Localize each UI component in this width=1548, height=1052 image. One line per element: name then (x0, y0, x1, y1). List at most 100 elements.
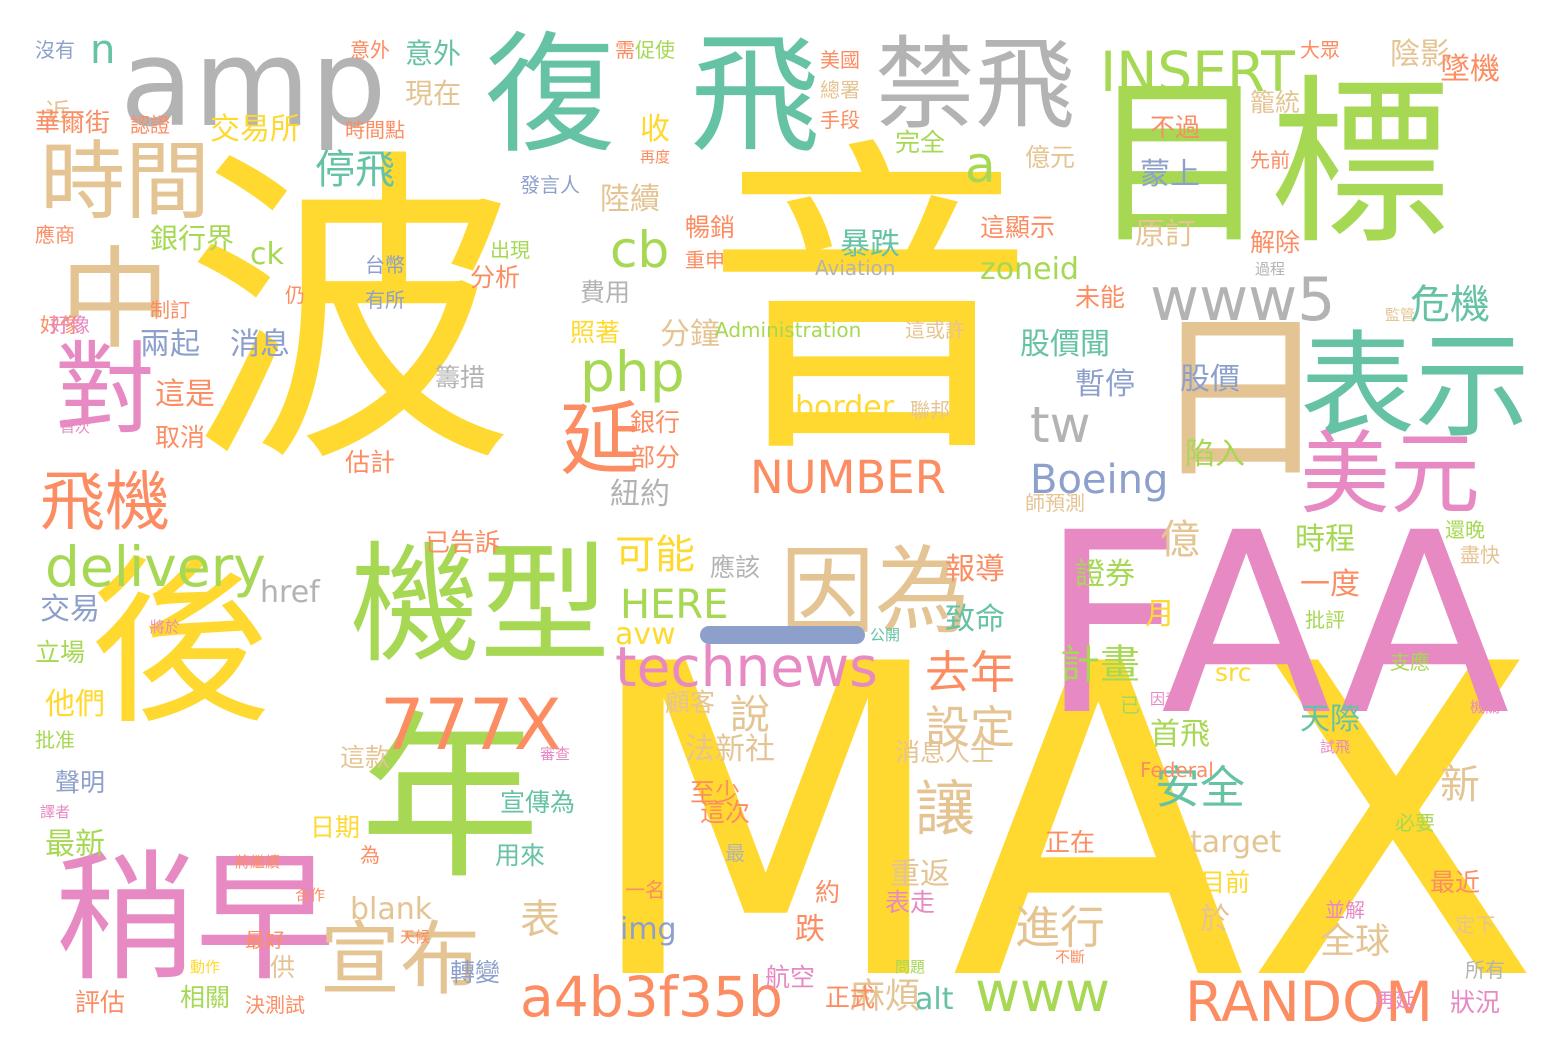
cloud-word: 飛 (690, 19, 821, 171)
cloud-word: 用來 (495, 841, 546, 870)
cloud-word: 陷入 (1185, 437, 1245, 472)
cloud-word: 億元 (1025, 143, 1076, 172)
cloud-word: 將繼續 (235, 853, 281, 871)
cloud-word: 決測試 (245, 993, 305, 1017)
cloud-word: 兩起 (140, 327, 200, 362)
cloud-word: 時間點 (345, 118, 405, 142)
cloud-word: 應該 (710, 553, 761, 582)
cloud-word: 華爾街 (35, 108, 111, 137)
cloud-word: 認證 (130, 113, 170, 137)
cloud-word: 銀行 (630, 408, 681, 437)
cloud-word: 一度 (1300, 567, 1360, 602)
cloud-word: FAA (1040, 479, 1510, 770)
cloud-word: 這顯示 (980, 213, 1056, 242)
cloud-word: 天際 (1300, 702, 1360, 737)
cloud-word: target (1190, 825, 1282, 860)
cloud-word: 最 (725, 841, 745, 865)
cloud-word: NUMBER (750, 451, 946, 504)
cloud-word: 過程 (1255, 260, 1286, 278)
cloud-word: 延 (560, 393, 640, 486)
cloud-word: 這款 (340, 743, 391, 772)
cloud-word: 銀行界 (150, 222, 235, 255)
cloud-word: Federal (1140, 758, 1214, 782)
cloud-word: 轉變 (450, 958, 501, 987)
cloud-word: a4b3f35b (520, 965, 783, 1029)
cloud-word: 危機 (1410, 282, 1490, 328)
cloud-word: 問題 (895, 958, 926, 976)
cloud-word: 籠統 (1250, 88, 1301, 117)
cloud-word: href (260, 575, 320, 610)
cloud-word: tw (1030, 396, 1091, 454)
cloud-word: 照著 (570, 318, 621, 347)
cloud-word: 目前 (1200, 868, 1251, 897)
cloud-word: 他們 (45, 687, 105, 722)
cloud-word: 重申 (685, 248, 725, 272)
cloud-word: 美國 (820, 48, 860, 72)
cloud-word: 促使 (635, 38, 675, 62)
cloud-word: 航空 (765, 963, 816, 992)
cloud-word: 盡快 (1460, 543, 1500, 567)
cloud-word: 機關 (1470, 698, 1501, 716)
cloud-word: 沒有 (35, 38, 75, 62)
cloud-word: 還晚 (1445, 518, 1485, 542)
cloud-word: 最近 (1430, 868, 1481, 897)
cloud-word: 首次 (60, 418, 91, 436)
word-cloud: 波音 MAX FAA 目標日機型後年稍早復飛禁飛 amp 時間中對表示 美元 因為 飛機延 777… (0, 0, 1548, 1052)
cloud-word: src (1215, 658, 1252, 687)
cloud-word: 好像 (50, 313, 90, 337)
cloud-word: 首飛 (1150, 717, 1210, 752)
cloud-word: 股價 (1180, 362, 1240, 397)
cloud-word: 評估 (75, 988, 126, 1017)
cloud-word: a (965, 136, 996, 194)
cloud-word: 證券 (1075, 557, 1135, 592)
cloud-word: Administration (715, 318, 862, 342)
cloud-word: 時間 (40, 133, 211, 232)
cloud-word: 仍 (285, 283, 305, 307)
cloud-word: 定下 (1455, 913, 1495, 937)
cloud-word: 狀況 (1450, 988, 1501, 1017)
cloud-word: 讓 (915, 775, 975, 845)
cloud-word: 暢銷 (685, 213, 736, 242)
cloud-word: 陸續 (600, 182, 660, 217)
decorative-bar (700, 626, 865, 644)
cloud-word: 出現 (490, 238, 530, 262)
cloud-word: 正式 (825, 983, 876, 1012)
cloud-word: 這或許 (905, 318, 965, 342)
cloud-word: 所有 (1465, 958, 1505, 982)
cloud-word: 億 (1160, 517, 1200, 563)
cloud-word: 大眾 (1300, 38, 1340, 62)
cloud-word: 進行 (1015, 901, 1106, 954)
cloud-word: 意外 (405, 37, 462, 70)
cloud-word: 宣傳為 (500, 788, 576, 817)
cloud-word: 並解 (1325, 898, 1365, 922)
cloud-word: 完全 (895, 128, 946, 157)
cloud-word: 有所 (365, 288, 405, 312)
cloud-word: avw (615, 617, 676, 652)
cloud-word: 股價聞 (1020, 327, 1110, 362)
cloud-word: 部分 (630, 443, 681, 472)
cloud-word: 分鐘 (660, 317, 720, 352)
cloud-word: 制訂 (150, 298, 190, 322)
cloud-word: 先前 (1250, 148, 1290, 172)
cloud-word: 取消 (155, 423, 206, 452)
cloud-word: n (90, 27, 116, 73)
cloud-word: 為 (360, 843, 380, 867)
cloud-word: 分析 (470, 263, 521, 292)
cloud-word: 現在 (405, 77, 462, 110)
cloud-word: cb (610, 221, 670, 279)
cloud-word: 再度 (640, 148, 671, 166)
cloud-word: 供 (270, 953, 296, 982)
cloud-word: 已告訴 (425, 528, 501, 557)
cloud-word: 紐約 (610, 477, 670, 512)
cloud-word: 試飛 (1320, 738, 1351, 756)
cloud-word: 消息人士 (895, 738, 996, 767)
cloud-word: 全球 (1320, 922, 1391, 962)
cloud-word: 不過 (1150, 113, 1201, 142)
cloud-word: 因素 (1150, 690, 1181, 708)
cloud-word: 審查 (540, 745, 571, 763)
cloud-word: 監管 (1385, 306, 1416, 324)
cloud-word: 法新社 (685, 732, 775, 767)
cloud-word: 一名 (625, 878, 665, 902)
cloud-word: 蒙上 (1140, 157, 1200, 192)
cloud-word: 原訂 (1135, 217, 1195, 252)
